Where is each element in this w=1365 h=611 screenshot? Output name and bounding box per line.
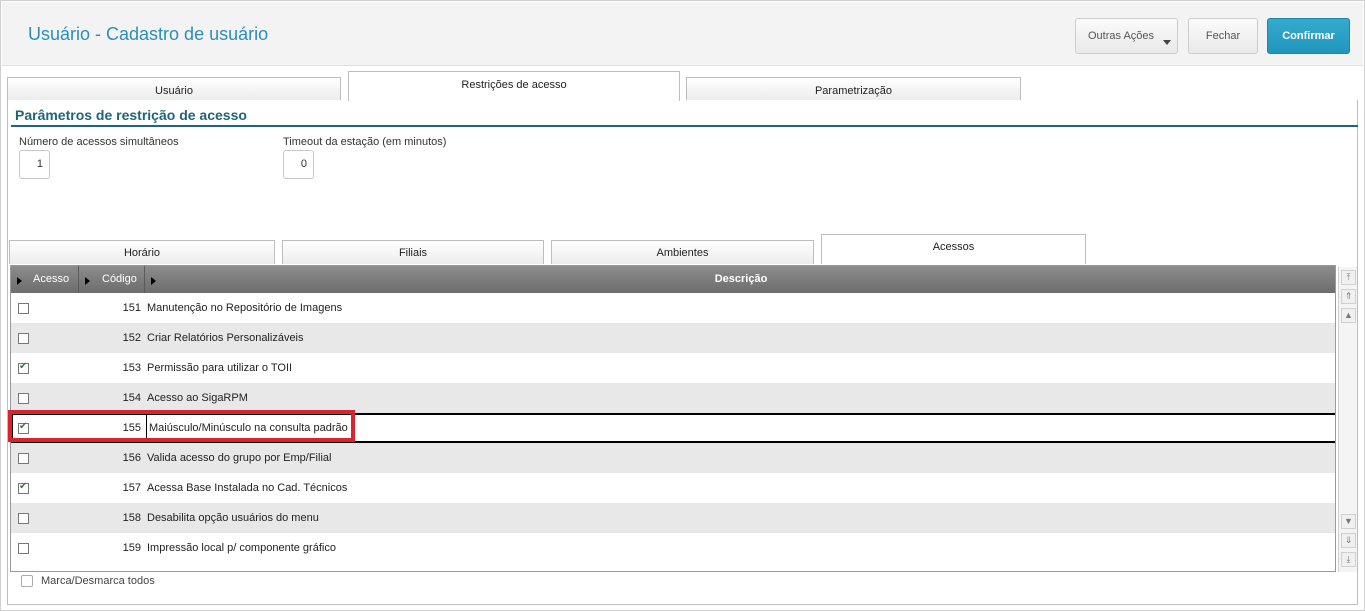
table-row[interactable]: 153 Permissão para utilizar o TOII <box>11 353 1335 383</box>
row-checkbox[interactable] <box>18 513 29 524</box>
row-description: Desabilita opção usuários do menu <box>147 512 319 524</box>
row-checkbox[interactable] <box>18 361 29 374</box>
subtab-acessos[interactable]: Acessos <box>821 234 1086 264</box>
column-acesso-label: Acesso <box>33 273 70 285</box>
simultaneous-access-label: Número de acessos simultâneos <box>19 136 179 148</box>
row-description: Acessa Base Instalada no Cad. Técnicos <box>147 482 348 494</box>
row-code: 159 <box>122 542 141 554</box>
row-code: 153 <box>122 362 141 374</box>
row-code: 154 <box>122 392 141 404</box>
column-descricao-label: Descrição <box>714 273 768 285</box>
other-actions-label: Outras Ações <box>1088 30 1155 42</box>
row-checkbox[interactable] <box>18 481 29 494</box>
row-description: Criar Relatórios Personalizáveis <box>147 332 304 344</box>
page-title: Usuário - Cadastro de usuário <box>28 24 269 44</box>
toggle-all-label: Marca/Desmarca todos <box>41 575 155 587</box>
subtab-filiais[interactable]: Filiais <box>282 240 544 264</box>
subtab-acessos-label: Acessos <box>932 241 975 253</box>
timeout-input[interactable]: 0 <box>283 150 314 179</box>
column-codigo-label: Código <box>102 273 137 285</box>
access-grid: Acesso Código Descrição 151 Manutenção n… <box>10 265 1336 572</box>
table-row-selected[interactable]: 155 Maiúsculo/Minúsculo na consulta padr… <box>11 413 1335 443</box>
subtab-ambientes[interactable]: Ambientes <box>551 240 814 264</box>
subtab-horario-label: Horário <box>123 247 161 259</box>
tab-restricoes[interactable]: Restrições de acesso <box>348 71 680 101</box>
table-row[interactable]: 158 Desabilita opção usuários do menu <box>11 503 1335 533</box>
scroll-page-up-icon[interactable]: ⇑ <box>1341 289 1356 304</box>
table-row[interactable]: 159 Impressão local p/ componente gráfic… <box>11 533 1335 563</box>
grid-scrollbar[interactable]: ⤒ ⇑ ▲ ▼ ⇓ ⤓ <box>1338 267 1357 572</box>
table-row[interactable]: 151 Manutenção no Repositório de Imagens <box>11 293 1335 323</box>
subtab-horario[interactable]: Horário <box>9 240 275 264</box>
column-header-codigo[interactable]: Código <box>79 266 145 293</box>
scroll-top-icon[interactable]: ⤒ <box>1341 270 1356 285</box>
grid-header: Acesso Código Descrição <box>11 266 1335 293</box>
header-bar: Usuário - Cadastro de usuário Outras Açõ… <box>2 2 1363 66</box>
column-header-descricao[interactable]: Descrição <box>145 266 1335 293</box>
column-header-acesso[interactable]: Acesso <box>11 266 79 293</box>
toggle-all-checkbox[interactable] <box>21 575 33 587</box>
confirm-button[interactable]: Confirmar <box>1267 18 1350 54</box>
tab-parametrizacao-label: Parametrização <box>814 85 893 97</box>
row-description: Maiúsculo/Minúsculo na consulta padrão <box>149 422 348 434</box>
row-code: 155 <box>122 422 141 434</box>
tab-parametrizacao[interactable]: Parametrização <box>686 77 1021 100</box>
other-actions-button[interactable]: Outras Ações <box>1075 18 1178 54</box>
tab-usuario-label: Usuário <box>155 85 193 97</box>
chevron-down-icon <box>1163 40 1171 45</box>
row-checkbox[interactable] <box>18 393 29 404</box>
cell-divider <box>146 415 147 441</box>
simultaneous-access-input[interactable]: 1 <box>19 150 50 179</box>
timeout-label: Timeout da estação (em minutos) <box>283 136 447 148</box>
sort-arrow-icon <box>85 277 90 285</box>
section-divider <box>11 125 1358 127</box>
subtab-ambientes-label: Ambientes <box>656 247 709 259</box>
row-code: 152 <box>122 332 141 344</box>
table-row[interactable]: 154 Acesso ao SigaRPM <box>11 383 1335 413</box>
row-description: Impressão local p/ componente gráfico <box>147 542 336 554</box>
row-description: Permissão para utilizar o TOII <box>147 362 293 374</box>
row-checkbox[interactable] <box>18 333 29 344</box>
table-row[interactable]: 157 Acessa Base Instalada no Cad. Técnic… <box>11 473 1335 503</box>
row-checkbox[interactable] <box>18 421 29 434</box>
close-button[interactable]: Fechar <box>1188 18 1258 54</box>
row-checkbox[interactable] <box>18 543 29 554</box>
scroll-page-down-icon[interactable]: ⇓ <box>1341 533 1356 548</box>
row-description: Acesso ao SigaRPM <box>147 392 248 404</box>
section-title: Parâmetros de restrição de acesso <box>15 107 247 123</box>
row-code: 156 <box>122 452 141 464</box>
row-description: Valida acesso do grupo por Emp/Filial <box>147 452 332 464</box>
row-code: 151 <box>122 302 141 314</box>
subtab-filiais-label: Filiais <box>398 247 428 259</box>
table-row[interactable]: 152 Criar Relatórios Personalizáveis <box>11 323 1335 353</box>
app-window: Usuário - Cadastro de usuário Outras Açõ… <box>0 0 1365 611</box>
row-checkbox[interactable] <box>18 453 29 464</box>
row-description: Manutenção no Repositório de Imagens <box>147 302 343 314</box>
row-code: 157 <box>122 482 141 494</box>
table-row[interactable]: 156 Valida acesso do grupo por Emp/Filia… <box>11 443 1335 473</box>
tab-usuario[interactable]: Usuário <box>7 77 341 100</box>
row-checkbox[interactable] <box>18 303 29 314</box>
row-code: 158 <box>122 512 141 524</box>
sort-arrow-icon <box>17 277 22 285</box>
scroll-down-icon[interactable]: ▼ <box>1341 514 1356 529</box>
scroll-bottom-icon[interactable]: ⤓ <box>1341 552 1356 567</box>
tab-restricoes-label: Restrições de acesso <box>461 79 567 91</box>
scroll-up-icon[interactable]: ▲ <box>1341 308 1356 323</box>
